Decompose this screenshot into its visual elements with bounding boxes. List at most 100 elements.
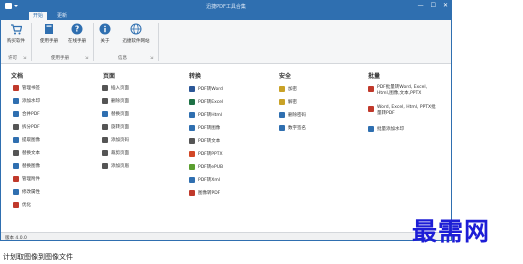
window-title: 迅捷PDF工具合集: [206, 4, 246, 10]
tool-decrypt[interactable]: 解密: [279, 98, 297, 106]
close-button[interactable]: ✕: [443, 2, 448, 9]
page-number-icon: [102, 137, 108, 143]
tool-modify-properties[interactable]: 修改属性: [13, 188, 40, 196]
tool-batch-add-watermark[interactable]: 批量添加水印: [368, 125, 404, 133]
online-manual-label: 在线手册: [68, 39, 86, 44]
group-launcher-icon[interactable]: ⇲: [150, 55, 153, 60]
tool-replace-images[interactable]: 替换图像: [13, 162, 40, 170]
tool-pdf-to-epub[interactable]: PDF转ePUB: [189, 163, 223, 171]
title-bar: 迅捷PDF工具合集 — ☐ ✕: [1, 1, 451, 11]
tab-start[interactable]: 开始: [29, 12, 48, 20]
column-heading-batch: 批量: [368, 73, 381, 80]
tool-digital-signature[interactable]: 数字签名: [279, 124, 306, 132]
tool-insert-page[interactable]: 插入页面: [102, 84, 129, 92]
merge-icon: [13, 111, 19, 117]
maximize-button[interactable]: ☐: [431, 2, 436, 9]
column-heading-document: 文档: [11, 73, 24, 80]
tool-manage-bookmarks[interactable]: 管理书签: [13, 84, 40, 92]
column-heading-page: 页面: [103, 73, 116, 80]
batch-line-2: Html,图像,文本,PPTX: [377, 91, 422, 96]
signature-icon: [279, 125, 285, 131]
batch-to-pdf-icon: [368, 106, 374, 112]
watermark-icon: [13, 98, 19, 104]
tool-rotate-page[interactable]: 旋转页面: [102, 123, 129, 131]
delete-page-icon: [102, 98, 108, 104]
attachment-icon: [13, 176, 19, 182]
tool-encrypt[interactable]: 加密: [279, 85, 297, 93]
batch-line-1: Word, Excel, Html, PPTX批: [377, 105, 436, 110]
minimize-button[interactable]: —: [418, 2, 424, 9]
batch-line-2: 量转PDF: [377, 111, 395, 116]
scissors-icon: [13, 124, 19, 130]
tool-pdf-to-word[interactable]: PDF转Word: [189, 85, 223, 93]
tool-batch-convert-to-pdf[interactable]: Word, Excel, Html, PPTX批 量转PDF: [368, 105, 436, 119]
word-icon: [189, 86, 195, 92]
html-icon: [189, 112, 195, 118]
group-launcher-icon[interactable]: ⇲: [23, 55, 26, 60]
bookmark-icon: [13, 85, 19, 91]
tool-add-page-numbers[interactable]: 添加页码: [102, 136, 129, 144]
tool-pdf-to-pptx[interactable]: PDF转PPTX: [189, 150, 223, 158]
unlock-icon: [279, 99, 285, 105]
tool-remove-password[interactable]: 删除密码: [279, 111, 306, 119]
image-replace-icon: [13, 163, 19, 169]
crop-icon: [102, 150, 108, 156]
user-manual-button[interactable]: 使用手册: [35, 23, 63, 44]
powerpoint-icon: [189, 151, 195, 157]
tool-pdf-to-xml[interactable]: PDF转Xml: [189, 176, 220, 184]
tool-pdf-to-excel[interactable]: PDF转Excel: [189, 98, 223, 106]
tool-optimize[interactable]: 优化: [13, 201, 31, 209]
header-icon: [102, 163, 108, 169]
xml-icon: [189, 177, 195, 183]
batch-watermark-icon: [368, 126, 374, 132]
replace-page-icon: [102, 111, 108, 117]
tool-add-watermark[interactable]: 添加水印: [13, 97, 40, 105]
info-icon: [99, 23, 111, 35]
buy-software-button[interactable]: 购买软件: [2, 23, 30, 44]
app-window: 迅捷PDF工具合集 — ☐ ✕ 开始 更新 购买软件 使用手册 ? 在线手册 关…: [0, 0, 452, 241]
website-button[interactable]: 迅捷软件网站: [119, 23, 153, 44]
tool-replace-text[interactable]: 替换文本: [13, 149, 40, 157]
image-icon: [13, 137, 19, 143]
group-label-info: 信息: [118, 56, 127, 61]
column-heading-security: 安全: [279, 73, 292, 80]
rotate-icon: [102, 124, 108, 130]
epub-icon: [189, 164, 195, 170]
text-icon: [189, 138, 195, 144]
tool-pdf-to-text[interactable]: PDF转文本: [189, 137, 220, 145]
tool-manage-attachments[interactable]: 管理附件: [13, 175, 40, 183]
tool-merge-pdf[interactable]: 合并PDF: [13, 110, 40, 118]
column-heading-convert: 转换: [189, 73, 202, 80]
tool-delete-page[interactable]: 删除页面: [102, 97, 129, 105]
group-launcher-icon[interactable]: ⇲: [85, 55, 88, 60]
caption-text: 计划取图像到图像文件: [3, 253, 73, 261]
batch-line-1: PDF批量转Word, Excel,: [377, 85, 428, 90]
tool-split-pdf[interactable]: 拆分PDF: [13, 123, 40, 131]
image-to-pdf-icon: [189, 190, 195, 196]
svg-text:?: ?: [75, 25, 79, 34]
tool-pdf-to-html[interactable]: PDF转Html: [189, 111, 222, 119]
status-bar: 版本 4.0.0: [1, 232, 451, 240]
group-label-manual: 使用手册: [51, 56, 69, 61]
about-label: 关于: [100, 39, 110, 44]
tool-crop-page[interactable]: 裁剪页面: [102, 149, 129, 157]
tools-panel: 文档 管理书签 添加水印 合并PDF 拆分PDF 提取图像 替换文本 替换图像 …: [1, 65, 451, 232]
tool-extract-images[interactable]: 提取图像: [13, 136, 40, 144]
group-separator: [31, 23, 32, 61]
insert-page-icon: [102, 85, 108, 91]
ribbon: 购买软件 使用手册 ? 在线手册 关于 迅捷软件网站 许可 ⇲ 使用手册 ⇲ 信…: [1, 20, 451, 64]
tab-update[interactable]: 更新: [53, 12, 71, 20]
about-button[interactable]: 关于: [91, 23, 119, 44]
remove-password-icon: [279, 112, 285, 118]
tool-replace-page[interactable]: 替换页面: [102, 110, 129, 118]
text-replace-icon: [13, 150, 19, 156]
batch-convert-icon: [368, 86, 374, 92]
tool-batch-convert-from-pdf[interactable]: PDF批量转Word, Excel, Html,图像,文本,PPTX: [368, 85, 427, 99]
lock-icon: [279, 86, 285, 92]
tool-image-to-pdf[interactable]: 图像转PDF: [189, 189, 220, 197]
online-manual-button[interactable]: ? 在线手册: [63, 23, 91, 44]
excel-icon: [189, 99, 195, 105]
tool-add-header[interactable]: 添加页眉: [102, 162, 129, 170]
user-manual-label: 使用手册: [40, 39, 58, 44]
tool-pdf-to-image[interactable]: PDF转图像: [189, 124, 220, 132]
